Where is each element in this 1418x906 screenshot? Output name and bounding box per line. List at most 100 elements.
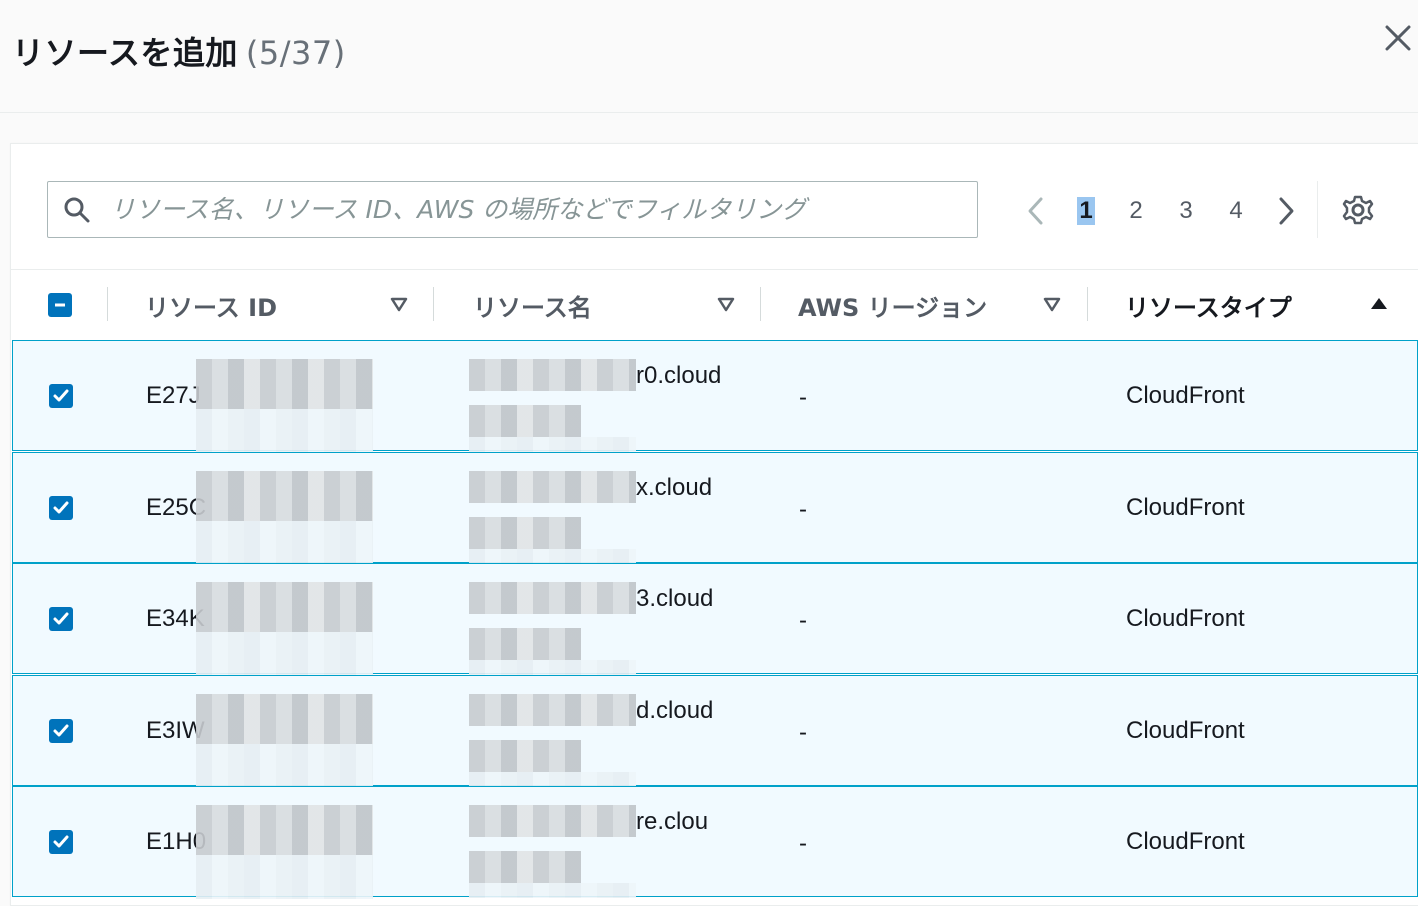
redacted-name: [469, 805, 636, 837]
redacted-id: [196, 693, 373, 744]
resource-name-text: 3.cloud: [636, 585, 714, 612]
column-separator: [1087, 287, 1088, 321]
redacted-name-shade: [469, 883, 636, 898]
resource-type-cell: CloudFront: [1126, 828, 1245, 856]
filter-field[interactable]: [47, 181, 978, 238]
filter-input[interactable]: [108, 188, 977, 231]
select-all-checkbox[interactable]: [48, 293, 72, 317]
resource-type-cell: CloudFront: [1126, 717, 1245, 745]
aws-region-text: -: [799, 607, 807, 634]
row-checkbox[interactable]: [49, 718, 73, 743]
pagination: 1 2 3 4: [1011, 189, 1311, 233]
table-row[interactable]: E27J r0.cloud - CloudFront: [12, 340, 1418, 453]
previous-page-button[interactable]: [1011, 189, 1061, 233]
column-separator: [760, 287, 761, 321]
aws-region-text: -: [799, 718, 807, 746]
table-row[interactable]: E25C x.cloud - CloudFront: [12, 451, 1418, 565]
redacted-name-shade: [469, 548, 636, 564]
page-4-button[interactable]: 4: [1211, 189, 1261, 233]
checkmark-icon: [53, 724, 69, 736]
sort-caret-down-icon[interactable]: [716, 294, 736, 314]
modal-title: リソースを追加 (5/37): [12, 28, 346, 74]
resource-name-cell: r0.cloud: [636, 362, 721, 390]
close-button[interactable]: [1380, 20, 1416, 56]
redacted-id-shade: [196, 632, 373, 676]
redacted-name: [469, 693, 636, 726]
resource-id-cell: E27J: [146, 382, 201, 410]
row-checkbox[interactable]: [49, 830, 73, 854]
resource-type-text: CloudFront: [1126, 605, 1245, 632]
resource-name-text: re.clou: [636, 808, 709, 835]
aws-region-cell: -: [799, 830, 807, 858]
redacted-name: [469, 359, 636, 391]
redacted-name-shade: [469, 771, 636, 787]
selection-count: (5/37): [245, 34, 346, 72]
checkmark-icon: [53, 501, 69, 513]
modal-title-text: リソースを追加: [12, 34, 238, 72]
page-3-button[interactable]: 3: [1161, 189, 1211, 233]
redacted-id-shade: [196, 743, 373, 788]
redacted-name-line2: [469, 405, 581, 437]
redacted-id: [196, 805, 373, 855]
resource-type-text: CloudFront: [1126, 382, 1245, 409]
next-page-button[interactable]: [1261, 189, 1311, 233]
resource-type-cell: CloudFront: [1126, 494, 1245, 522]
table-header: リソース ID リソース名 AWS リージョン リソースタイプ: [11, 269, 1418, 340]
resource-name-text: r0.cloud: [636, 362, 722, 389]
table-row[interactable]: E3IW d.cloud - CloudFront: [12, 674, 1418, 788]
aws-region-cell: -: [799, 496, 807, 524]
redacted-name-line2: [469, 516, 581, 549]
redacted-name-line2: [469, 739, 581, 772]
row-checkbox[interactable]: [49, 384, 73, 408]
chevron-right-icon: [1279, 197, 1294, 225]
redacted-name: [469, 470, 636, 503]
chevron-left-icon: [1028, 197, 1043, 225]
resource-type-text: CloudFront: [1126, 828, 1245, 855]
page-1-button[interactable]: 1: [1061, 189, 1111, 233]
resource-name-cell: x.cloud: [636, 474, 712, 502]
gear-icon: [1342, 195, 1374, 224]
redacted-name-shade: [469, 437, 636, 452]
column-header-resource-type[interactable]: リソースタイプ: [1125, 270, 1292, 340]
column-separator: [433, 287, 434, 321]
redacted-id-shade: [196, 409, 373, 453]
page-2-label: 2: [1129, 197, 1143, 224]
resource-name-cell: d.cloud: [636, 697, 713, 725]
sort-caret-down-icon[interactable]: [1042, 294, 1062, 314]
resource-name-cell: 3.cloud: [636, 585, 713, 613]
row-checkbox[interactable]: [49, 607, 73, 631]
close-icon: [1385, 25, 1411, 51]
aws-region-text: -: [799, 495, 807, 523]
page-2-button[interactable]: 2: [1111, 189, 1161, 233]
row-checkbox[interactable]: [49, 495, 73, 520]
resource-name-text: d.cloud: [636, 696, 714, 724]
resource-type-text: CloudFront: [1126, 493, 1245, 521]
redacted-id-shade: [196, 520, 373, 565]
table-row[interactable]: E1H0 re.clou - CloudFront: [12, 786, 1418, 899]
preferences-button[interactable]: [1317, 181, 1398, 238]
checkmark-icon: [53, 835, 69, 848]
redacted-name-shade: [469, 660, 636, 675]
table-row[interactable]: E34K 3.cloud - CloudFront: [12, 563, 1418, 676]
redacted-id: [196, 359, 373, 409]
aws-region-text: -: [799, 384, 807, 411]
resource-id-text: E27J: [146, 382, 201, 409]
redacted-name-line2: [469, 628, 581, 660]
modal-header: リソースを追加 (5/37): [0, 0, 1418, 113]
column-header-resource-name[interactable]: リソース名: [473, 270, 592, 340]
column-separator: [107, 287, 108, 321]
sort-caret-up-filled-icon[interactable]: [1369, 294, 1389, 314]
column-header-aws-region[interactable]: AWS リージョン: [798, 270, 987, 340]
page-1-label: 1: [1077, 197, 1095, 225]
resource-name-cell: re.clou: [636, 808, 708, 836]
redacted-id: [196, 582, 373, 632]
column-header-resource-id[interactable]: リソース ID: [145, 270, 277, 340]
indeterminate-icon: [55, 303, 65, 307]
checkmark-icon: [53, 389, 69, 402]
checkmark-icon: [53, 612, 69, 625]
redacted-name: [469, 582, 636, 614]
resource-type-cell: CloudFront: [1126, 382, 1245, 410]
redacted-id-shade: [196, 855, 373, 899]
sort-caret-down-icon[interactable]: [389, 294, 409, 314]
resource-table-panel: 1 2 3 4 リソース ID リソース名 AWS リージョン リソースタイプ: [10, 143, 1418, 906]
